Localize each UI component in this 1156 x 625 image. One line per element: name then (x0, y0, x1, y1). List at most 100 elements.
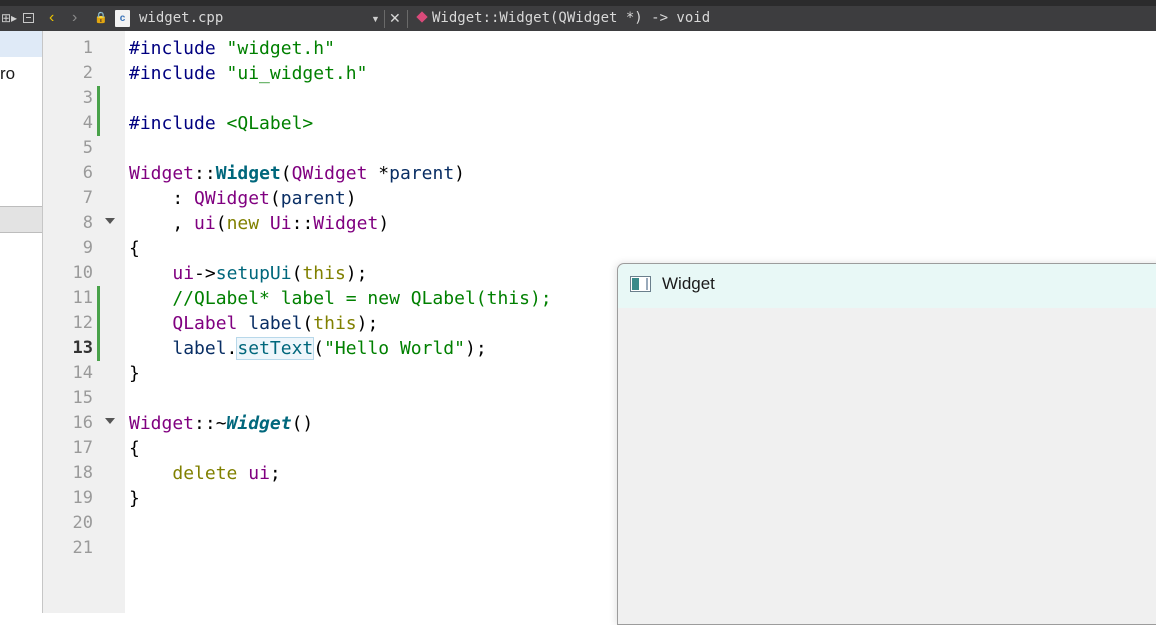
code-token: ( (313, 338, 325, 359)
code-token: Ui (269, 213, 292, 234)
code-token: { (129, 238, 140, 259)
code-line[interactable]: , ui(new Ui::Widget) (129, 211, 389, 236)
line-number: 8 (82, 213, 93, 233)
code-token: ); (464, 338, 487, 359)
code-token: ( (302, 313, 314, 334)
code-token: Widget (313, 213, 379, 234)
code-line[interactable]: { (129, 436, 140, 461)
code-token: * (367, 163, 390, 184)
sidebar-item-label[interactable]: ro (0, 64, 15, 84)
code-token: ( (291, 263, 303, 284)
line-number: 14 (72, 363, 93, 383)
code-token: ::~ (194, 413, 227, 434)
sidebar-section-header[interactable] (0, 206, 42, 233)
line-number: 7 (82, 188, 93, 208)
code-token: . (226, 338, 238, 359)
code-token: :: (194, 163, 216, 184)
code-token: ) (345, 188, 357, 209)
line-number: 10 (72, 263, 93, 283)
code-token: Widget (215, 163, 281, 184)
code-token: QWidget (291, 163, 368, 184)
back-arrow-icon[interactable]: ‹ (49, 8, 54, 28)
code-token: ui (248, 463, 270, 484)
code-line[interactable]: { (129, 236, 140, 261)
line-number: 21 (72, 538, 93, 558)
line-number: 3 (82, 88, 93, 108)
line-number: 20 (72, 513, 93, 533)
change-marker (97, 86, 100, 111)
app-window-icon (630, 276, 651, 292)
lock-icon[interactable]: 🔒 (94, 8, 108, 28)
editor-toolbar: ⊞▸ ‹ › 🔒 c widget.cpp ▼ ✕ Widget::Widget… (0, 0, 1156, 31)
code-line[interactable]: #include "widget.h" (129, 36, 335, 61)
code-line[interactable]: Widget::Widget(QWidget *parent) (129, 161, 465, 186)
code-token: Widget (226, 413, 292, 434)
code-line[interactable]: Widget::~Widget() (129, 411, 313, 436)
code-token: ); (356, 313, 379, 334)
code-token: :: (291, 213, 314, 234)
window-title: Widget (662, 274, 715, 293)
code-token: QLabel (172, 313, 238, 334)
line-number: 19 (72, 488, 93, 508)
open-file-name[interactable]: widget.cpp (139, 8, 223, 28)
widget-app-window[interactable]: Widget (617, 263, 1156, 625)
change-marker (97, 286, 100, 311)
line-number: 2 (82, 63, 93, 83)
code-line[interactable]: : QWidget(parent) (129, 186, 357, 211)
code-line-current[interactable]: label.setText("Hello World"); (129, 336, 487, 361)
code-line[interactable]: } (129, 486, 140, 511)
forward-arrow-icon[interactable]: › (72, 8, 77, 28)
line-number: 12 (72, 313, 93, 333)
code-token: () (291, 413, 314, 434)
code-token: "ui_widget.h" (226, 63, 368, 84)
close-split-icon[interactable] (23, 13, 34, 23)
line-number-current: 13 (72, 338, 93, 358)
code-token: "Hello World" (324, 338, 465, 359)
code-token: this (302, 263, 346, 284)
code-token: ) (378, 213, 390, 234)
change-marker (97, 336, 100, 361)
line-number: 6 (82, 163, 93, 183)
close-icon[interactable]: ✕ (389, 8, 401, 28)
code-token: ); (345, 263, 368, 284)
code-token: this (313, 313, 357, 334)
window-titlebar[interactable]: Widget (618, 264, 1156, 308)
code-token: label (172, 338, 227, 359)
code-line[interactable]: #include <QLabel> (129, 111, 313, 136)
code-line[interactable]: #include "ui_widget.h" (129, 61, 367, 86)
line-number: 16 (72, 413, 93, 433)
code-token: ( (269, 188, 281, 209)
line-number: 15 (72, 388, 93, 408)
code-token: #include (129, 63, 227, 84)
code-line[interactable]: ui->setupUi(this); (129, 261, 367, 286)
fold-arrow-icon[interactable] (105, 218, 115, 224)
code-comment: //QLabel* label = new QLabel(this); (129, 288, 552, 309)
toolbar-divider (407, 10, 408, 28)
code-token: -> (194, 263, 216, 284)
function-symbol-icon (416, 11, 428, 23)
toolbar-divider (384, 10, 385, 28)
line-number-gutter: 1 2 3 4 5 6 7 8 9 10 11 12 13 14 15 16 1… (43, 31, 125, 613)
code-line[interactable]: delete ui; (129, 461, 280, 486)
split-icon[interactable]: ⊞▸ (1, 8, 17, 28)
code-line[interactable]: } (129, 361, 140, 386)
sidebar-selected-item[interactable] (0, 31, 42, 57)
code-token-highlighted: setText (236, 337, 315, 360)
code-token: delete (172, 463, 238, 484)
line-number: 1 (82, 38, 93, 58)
code-token: ) (454, 163, 466, 184)
code-token: parent (389, 163, 455, 184)
code-line[interactable]: //QLabel* label = new QLabel(this); (129, 286, 552, 311)
change-marker (97, 311, 100, 336)
code-line[interactable]: QLabel label(this); (129, 311, 378, 336)
code-token: #include (129, 38, 227, 59)
fold-arrow-icon[interactable] (105, 418, 115, 424)
current-symbol-selector[interactable]: Widget::Widget(QWidget *) -> void (432, 8, 710, 28)
cpp-file-icon: c (115, 10, 130, 27)
chevron-down-icon[interactable]: ▼ (371, 9, 380, 29)
line-number: 4 (82, 113, 93, 133)
